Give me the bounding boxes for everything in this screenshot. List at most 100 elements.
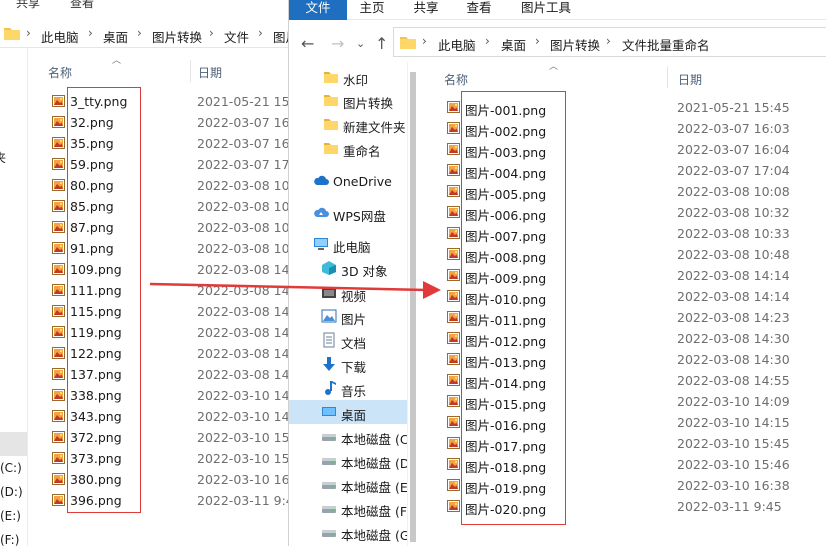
nav-item[interactable]: OneDrive bbox=[289, 169, 407, 193]
image-file-icon bbox=[447, 122, 460, 134]
nav-item[interactable]: 本地磁盘 (F bbox=[289, 496, 407, 520]
tab-home[interactable]: 主页 bbox=[343, 0, 401, 20]
back-nav-pane: 夹 (C:) (D:) (E:) (F:) bbox=[0, 48, 27, 546]
breadcrumb-batch-rename[interactable]: 文件批量重命名 bbox=[622, 35, 710, 54]
nav-item-label: 重命名 bbox=[343, 144, 381, 159]
image-file-icon bbox=[447, 164, 460, 176]
nav-item[interactable]: 图片 bbox=[289, 304, 407, 328]
music-icon bbox=[321, 380, 337, 396]
nav-item-label: 下载 bbox=[341, 360, 367, 375]
tab-view[interactable]: 查看 bbox=[450, 0, 508, 20]
nav-item[interactable]: 视频 bbox=[289, 281, 407, 305]
column-separator[interactable] bbox=[190, 60, 191, 82]
file-date: 2022-03-08 10:32 bbox=[677, 205, 790, 220]
back-address-bar[interactable]: › 此电脑 › 桌面 › 图片转换 › 文件 › 图片 bbox=[0, 20, 300, 48]
nav-item-label: 图片转换 bbox=[343, 96, 394, 111]
up-arrow-icon[interactable]: ↑ bbox=[375, 34, 388, 53]
nav-item[interactable]: 本地磁盘 (C bbox=[289, 424, 409, 448]
forward-arrow-icon[interactable]: → bbox=[331, 34, 344, 53]
nav-scrollbar[interactable] bbox=[407, 62, 417, 546]
tab-picture-tools[interactable]: 图片工具 bbox=[513, 0, 579, 20]
breadcrumb-desktop[interactable]: 桌面 bbox=[103, 27, 128, 46]
file-date: 2022-03-10 16:38 bbox=[677, 478, 790, 493]
file-date: 2022-03-11 9:45 bbox=[677, 499, 782, 514]
nav-item-label: 水印 bbox=[343, 73, 369, 88]
breadcrumb-desktop[interactable]: 桌面 bbox=[501, 35, 526, 54]
image-file-icon bbox=[52, 284, 65, 296]
file-date: 2021-05-21 15:45 bbox=[677, 100, 790, 115]
scrollbar-thumb[interactable] bbox=[410, 72, 416, 542]
nav-item[interactable]: 此电脑 bbox=[289, 232, 407, 256]
nav-item-folder-partial[interactable]: 夹 bbox=[0, 149, 6, 166]
image-file-icon bbox=[52, 347, 65, 359]
image-file-icon bbox=[52, 389, 65, 401]
nav-item-label: 音乐 bbox=[341, 384, 367, 399]
nav-item-drive-c[interactable]: (C:) bbox=[0, 461, 22, 475]
file-date: 2022-03-08 10:3 bbox=[197, 220, 300, 235]
image-file-icon bbox=[52, 95, 65, 107]
divider bbox=[27, 48, 28, 546]
nav-item-label: 此电脑 bbox=[333, 240, 371, 255]
chevron-right-icon: › bbox=[137, 26, 142, 40]
back-tab-view[interactable]: 查看 bbox=[70, 0, 94, 11]
breadcrumb-this-pc[interactable]: 此电脑 bbox=[438, 35, 476, 54]
column-header-date[interactable]: 日期 bbox=[198, 64, 222, 81]
column-separator[interactable] bbox=[667, 66, 668, 88]
folder-icon bbox=[323, 92, 339, 108]
nav-item[interactable]: 新建文件夹 bbox=[289, 112, 407, 136]
file-date: 2022-03-08 14:30 bbox=[677, 352, 790, 367]
desktop-icon bbox=[321, 404, 337, 420]
image-file-icon bbox=[52, 200, 65, 212]
nav-item[interactable]: 重命名 bbox=[289, 136, 407, 160]
nav-item[interactable]: 本地磁盘 (E bbox=[289, 472, 408, 496]
nav-selection bbox=[0, 432, 27, 456]
cloud-icon bbox=[313, 173, 329, 189]
nav-item[interactable]: WPS网盘 bbox=[289, 201, 407, 225]
nav-item[interactable]: 本地磁盘 (D bbox=[289, 448, 409, 472]
tab-file[interactable]: 文件 bbox=[289, 0, 347, 20]
drive-icon bbox=[321, 500, 337, 516]
file-date: 2022-03-07 16:04 bbox=[677, 142, 790, 157]
image-file-icon bbox=[447, 101, 460, 113]
nav-item[interactable]: 3D 对象 bbox=[289, 256, 407, 280]
image-file-icon bbox=[447, 269, 460, 281]
chevron-down-icon[interactable]: ⌄ bbox=[356, 37, 365, 50]
column-header-date[interactable]: 日期 bbox=[678, 71, 702, 88]
column-header-name[interactable]: 名称 bbox=[48, 64, 72, 81]
breadcrumb-this-pc[interactable]: 此电脑 bbox=[41, 27, 79, 46]
address-bar[interactable]: › 此电脑 › 桌面 › 图片转换 › 文件批量重命名 bbox=[393, 27, 826, 57]
nav-item-drive-e[interactable]: (E:) bbox=[0, 509, 21, 523]
file-date: 2022-03-10 14:0 bbox=[197, 388, 300, 403]
back-tab-share[interactable]: 共享 bbox=[16, 0, 40, 11]
nav-item-drive-d[interactable]: (D:) bbox=[0, 485, 23, 499]
file-date: 2022-03-08 10:3 bbox=[197, 199, 300, 214]
file-date: 2022-03-08 14:14 bbox=[677, 268, 790, 283]
nav-item[interactable]: 下载 bbox=[289, 352, 407, 376]
file-date: 2022-03-08 14:55 bbox=[677, 373, 790, 388]
back-arrow-icon[interactable]: ← bbox=[301, 34, 314, 53]
file-date: 2022-03-07 16:0 bbox=[197, 136, 300, 151]
nav-item-label: WPS网盘 bbox=[333, 209, 386, 224]
nav-item[interactable]: 图片转换 bbox=[289, 88, 407, 112]
breadcrumb-image-convert[interactable]: 图片转换 bbox=[152, 27, 202, 46]
file-date: 2022-03-07 16:0 bbox=[197, 115, 300, 130]
nav-item[interactable]: 桌面 bbox=[289, 400, 407, 424]
image-file-icon bbox=[447, 332, 460, 344]
folder-icon bbox=[323, 116, 339, 132]
folder-icon bbox=[4, 28, 20, 40]
image-file-icon bbox=[52, 368, 65, 380]
nav-item[interactable]: 水印 bbox=[289, 65, 407, 89]
file-date: 2022-03-08 14:2 bbox=[197, 304, 300, 319]
file-date: 2022-03-10 15:45 bbox=[677, 436, 790, 451]
sort-ascending-icon: ︿ bbox=[112, 56, 122, 66]
nav-item-drive-f[interactable]: (F:) bbox=[0, 533, 19, 546]
breadcrumb-files[interactable]: 文件 bbox=[224, 27, 249, 46]
tab-share[interactable]: 共享 bbox=[397, 0, 455, 20]
breadcrumb-image-convert[interactable]: 图片转换 bbox=[550, 35, 600, 54]
nav-item[interactable]: 本地磁盘 (G bbox=[289, 520, 410, 544]
column-header-name[interactable]: 名称 bbox=[444, 71, 468, 88]
file-date: 2022-03-11 9:45 bbox=[197, 493, 300, 508]
nav-item[interactable]: 音乐 bbox=[289, 376, 407, 400]
image-file-icon bbox=[447, 248, 460, 260]
nav-item[interactable]: 文档 bbox=[289, 328, 407, 352]
